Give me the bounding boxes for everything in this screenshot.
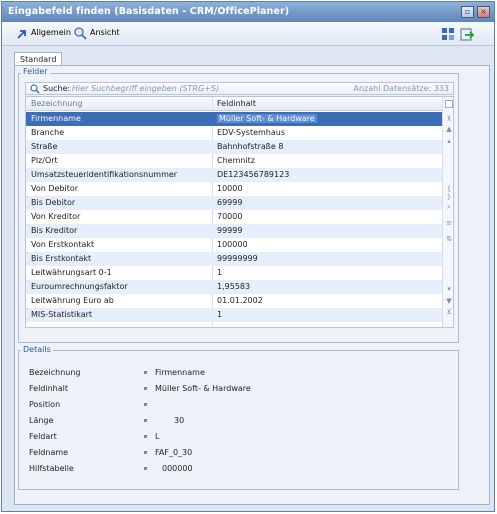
bullet xyxy=(144,371,147,374)
detail-label: Länge xyxy=(29,416,54,425)
bullet xyxy=(144,451,147,454)
details-legend: Details xyxy=(21,345,53,354)
table-row[interactable]: Euroumrechnungsfaktor 1,95583 xyxy=(26,280,442,294)
table-row[interactable]: Branche EDV-Systemhaus xyxy=(26,126,442,140)
fields-grid: Bezeichnung Feldinhalt Firmenname Müller … xyxy=(25,96,454,328)
felder-legend: Felder xyxy=(21,67,50,76)
move-bottom-icon[interactable]: ⊻ xyxy=(445,308,453,316)
move-down-icon[interactable]: ▼ xyxy=(445,297,453,305)
bullet xyxy=(144,419,147,422)
column-header-bezeichnung[interactable]: Bezeichnung xyxy=(31,99,83,108)
table-row[interactable]: Firmenname Müller Soft- & Hardware xyxy=(26,112,442,126)
search-label: Suche: xyxy=(43,84,71,93)
detail-label: Bezeichnung xyxy=(29,368,81,377)
detail-value: 30 xyxy=(174,416,185,425)
title-bar: Eingabefeld finden (Basisdaten - CRM/Off… xyxy=(2,2,494,22)
close-button[interactable]: × xyxy=(477,6,490,18)
table-row[interactable]: Plz/Ort Chemnitz xyxy=(26,154,442,168)
tab-row: Standard xyxy=(2,47,494,66)
search-bar: Suche: Hier Suchbegriff eingeben (STRG+S… xyxy=(25,82,454,95)
detail-label: Feldname xyxy=(29,448,69,457)
detail-value: L xyxy=(155,432,160,441)
search-icon xyxy=(74,27,87,40)
record-count: Anzahl Datensätze: 333 xyxy=(353,84,449,93)
table-row[interactable]: Leitwährung Euro ab 01.01.2002 xyxy=(26,294,442,308)
detail-value: Müller Soft- & Hardware xyxy=(155,384,251,393)
filter-icon[interactable]: ≡ xyxy=(445,219,453,227)
ansicht-button[interactable]: Ansicht xyxy=(90,28,120,37)
table-row[interactable]: Von Debitor 10000 xyxy=(26,182,442,196)
bracket-icon[interactable]: { } xyxy=(445,185,453,201)
grid-icon[interactable] xyxy=(441,27,455,41)
grid-header: Bezeichnung Feldinhalt xyxy=(26,97,442,111)
move-up-icon[interactable]: ▲ xyxy=(445,125,453,133)
scroll-up-icon[interactable]: ▴ xyxy=(445,137,453,145)
search-icon xyxy=(30,84,40,94)
table-row[interactable]: Leitwährungsart 0-1 1 xyxy=(26,266,442,280)
table-row[interactable]: Von Erstkontakt 100000 xyxy=(26,238,442,252)
table-row[interactable]: Bis Kreditor 99999 xyxy=(26,224,442,238)
restore-button[interactable]: ▫ xyxy=(461,6,474,18)
detail-label: Feldinhalt xyxy=(29,384,69,393)
tab-standard[interactable]: Standard xyxy=(14,52,63,66)
table-row[interactable]: Bis Debitor 69999 xyxy=(26,196,442,210)
table-row[interactable]: MIS-Statistikart 1 xyxy=(26,308,442,322)
bullet xyxy=(144,435,147,438)
detail-value: FAF_0_30 xyxy=(155,448,193,457)
detail-value: Firmenname xyxy=(155,368,205,377)
scroll-down-icon[interactable]: ▾ xyxy=(445,285,453,293)
detail-value: 000000 xyxy=(162,464,193,473)
table-row[interactable]: Bis Erstkontakt 99999999 xyxy=(26,252,442,266)
table-row[interactable]: Umsatzsteueridentifikationsnummer DE12345… xyxy=(26,168,442,182)
table-row[interactable]: Straße Bahnhofstraße 8 xyxy=(26,140,442,154)
bullet xyxy=(144,387,147,390)
vertical-scrollbar[interactable]: ⊼ ▲ ▴ { } ⌕ ≡ ⇅ ▾ ▼ ⊻ xyxy=(442,97,453,327)
bullet xyxy=(144,467,147,470)
bullet xyxy=(144,403,147,406)
table-row[interactable]: Von Kreditor 70000 xyxy=(26,210,442,224)
search-input[interactable]: Hier Suchbegriff eingeben (STRG+S) xyxy=(72,84,219,93)
detail-label: Feldart xyxy=(29,432,57,441)
detail-label: Hilfstabelle xyxy=(29,464,74,473)
zoom-icon[interactable]: ⌕ xyxy=(445,203,453,212)
detail-label: Position xyxy=(29,400,61,409)
copy-icon[interactable] xyxy=(445,100,453,108)
sort-icon[interactable]: ⇅ xyxy=(445,235,453,243)
details-fieldset xyxy=(18,350,459,490)
arrow-icon xyxy=(17,30,26,39)
export-icon[interactable] xyxy=(460,27,474,41)
toolbar: Allgemein Ansicht xyxy=(2,22,494,46)
window-title: Eingabefeld finden (Basisdaten - CRM/Off… xyxy=(8,6,290,17)
allgemein-button[interactable]: Allgemein xyxy=(31,28,71,37)
move-top-icon[interactable]: ⊼ xyxy=(445,115,453,123)
column-header-feldinhalt[interactable]: Feldinhalt xyxy=(217,99,256,108)
